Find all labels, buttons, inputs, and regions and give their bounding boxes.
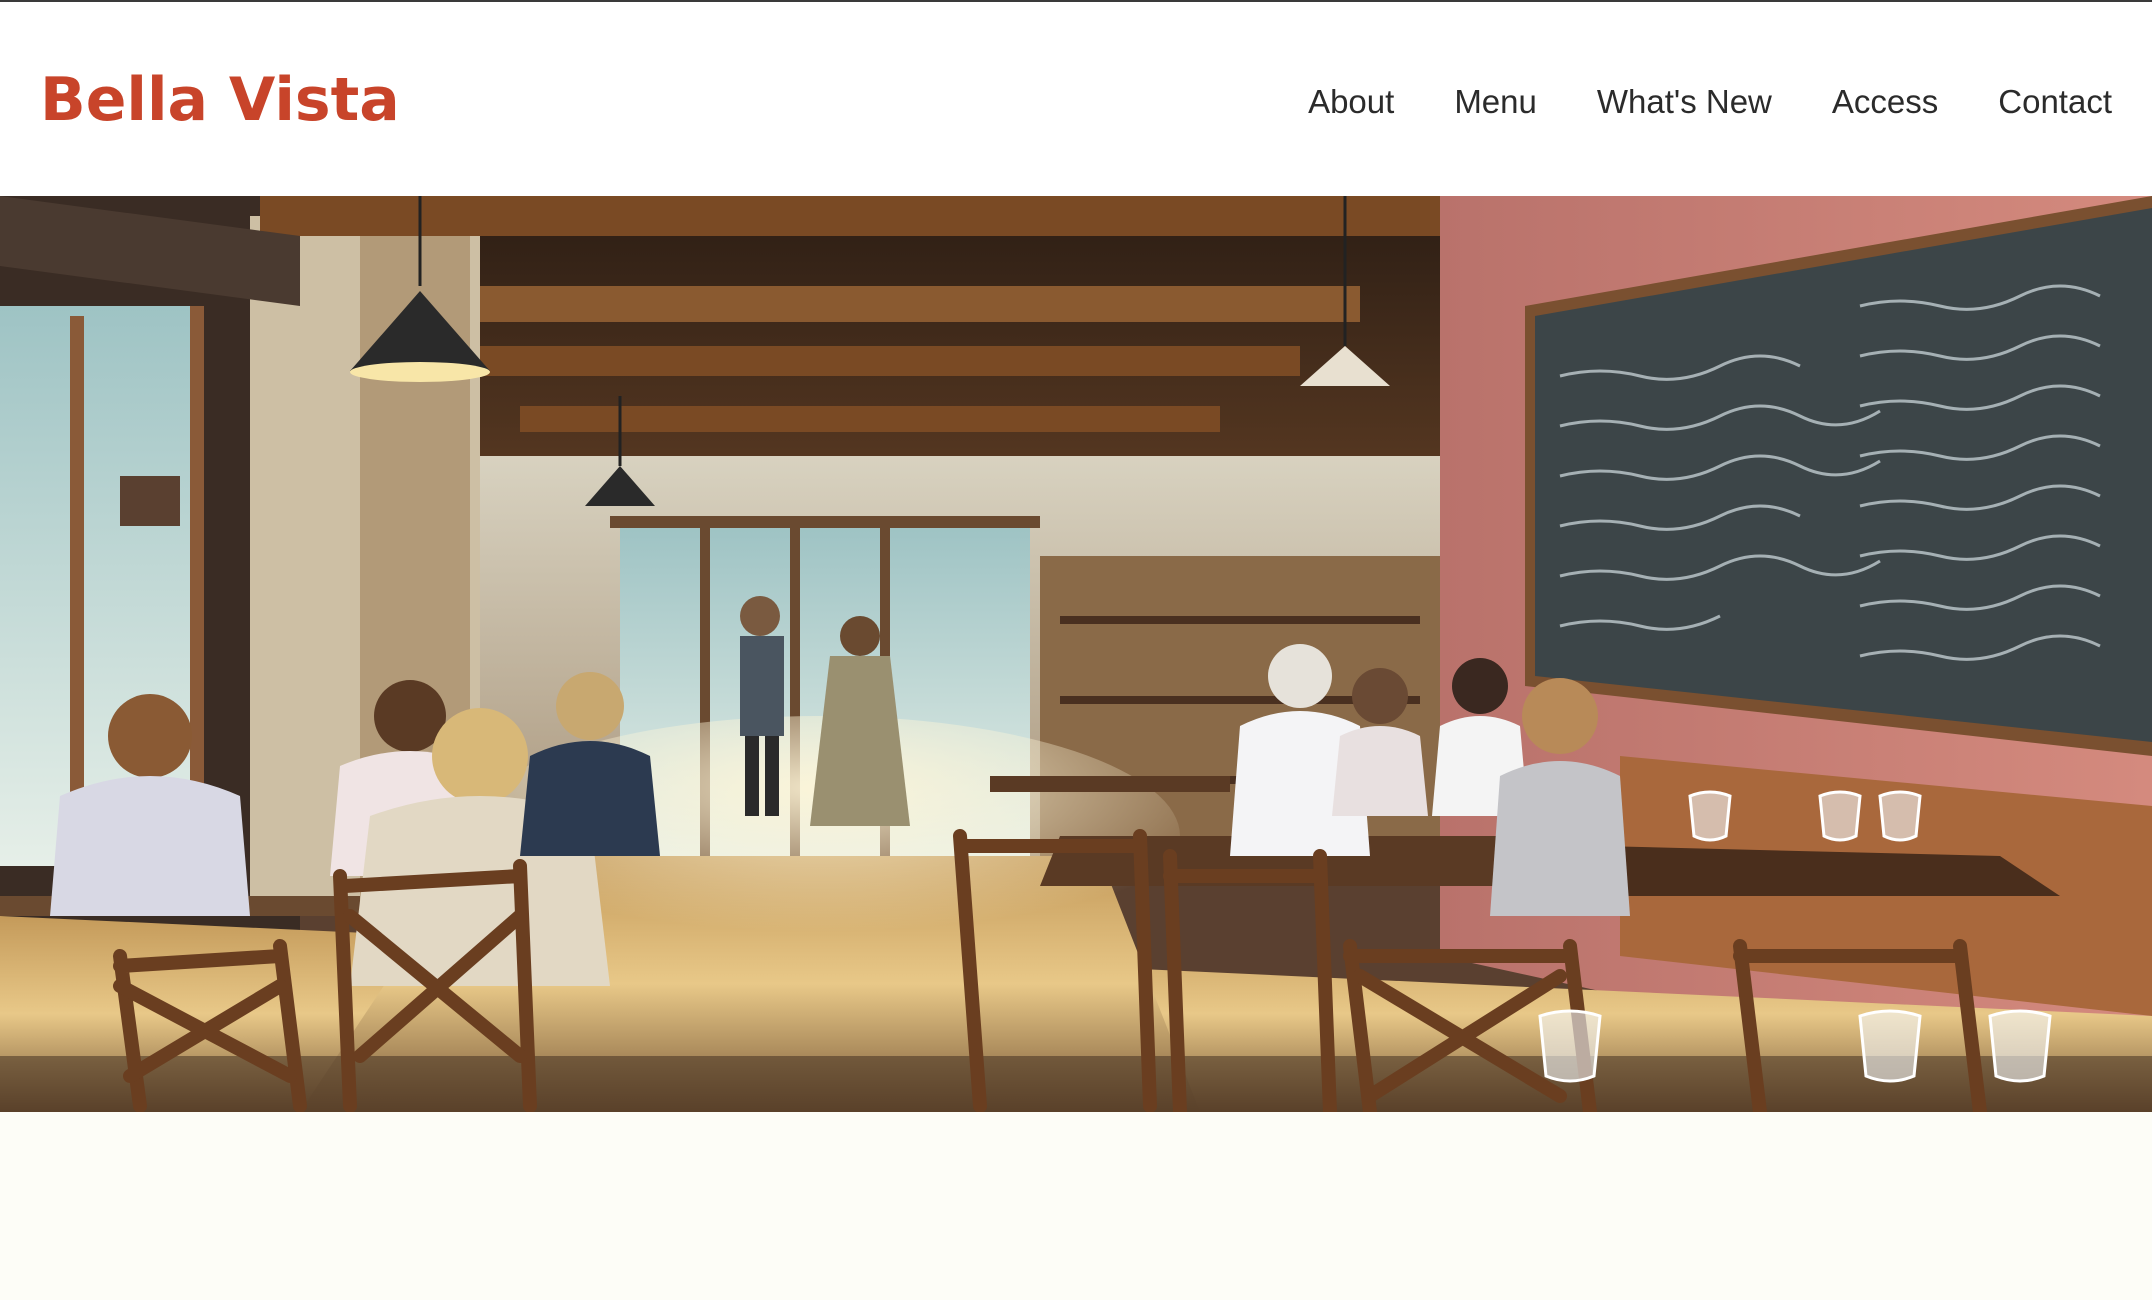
- main-nav: About Menu What's New Access Contact: [1308, 80, 2112, 124]
- nav-contact[interactable]: Contact: [1998, 80, 2112, 124]
- nav-about[interactable]: About: [1308, 80, 1394, 124]
- page-background-area: [0, 1112, 2152, 1300]
- nav-access[interactable]: Access: [1832, 80, 1938, 124]
- nav-whats-new[interactable]: What's New: [1597, 80, 1772, 124]
- restaurant-interior-illustration: [0, 196, 2152, 1112]
- hero-image: [0, 196, 2152, 1112]
- nav-menu[interactable]: Menu: [1454, 80, 1537, 124]
- site-logo[interactable]: Bella Vista: [40, 62, 400, 138]
- site-header: Bella Vista About Menu What's New Access…: [0, 2, 2152, 196]
